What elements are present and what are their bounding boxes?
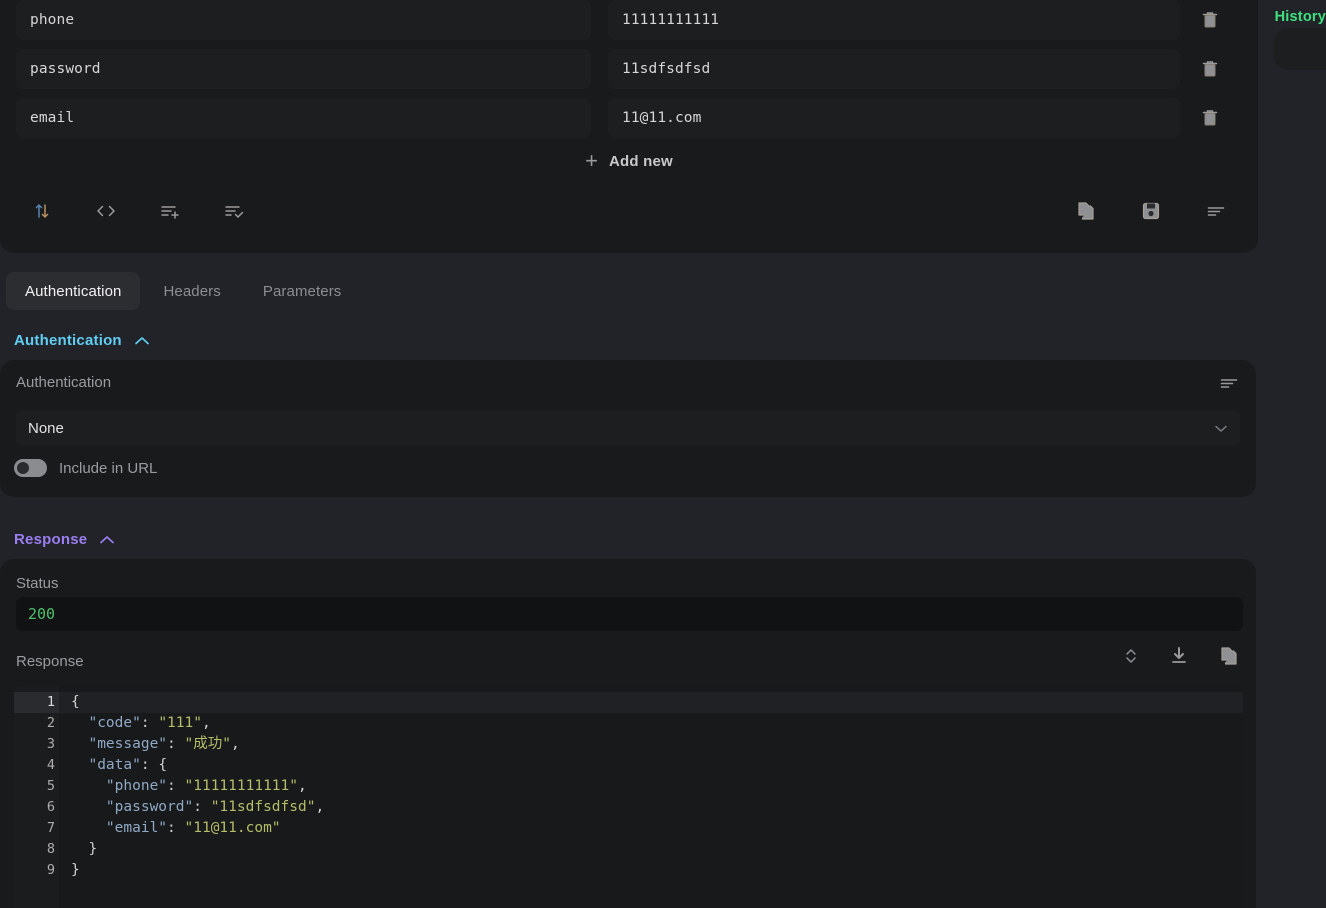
expand-collapse-icon[interactable] bbox=[1122, 645, 1140, 667]
key-input[interactable]: phone bbox=[16, 0, 591, 40]
code-line: "email": "11@11.com" bbox=[105, 820, 281, 836]
copy-icon[interactable] bbox=[1068, 193, 1104, 229]
align-icon[interactable] bbox=[1198, 193, 1234, 229]
line-number: 7 bbox=[46, 820, 55, 836]
toolbar-right-group bbox=[1068, 193, 1258, 229]
authentication-type-select[interactable]: None bbox=[16, 410, 1240, 446]
copy-icon[interactable] bbox=[1218, 645, 1240, 667]
include-in-url-toggle[interactable] bbox=[14, 459, 47, 477]
save-icon[interactable] bbox=[1133, 193, 1169, 229]
line-number: 3 bbox=[46, 736, 55, 752]
code-line: "data": { bbox=[88, 757, 168, 773]
tab-parameters[interactable]: Parameters bbox=[244, 272, 361, 310]
key-value-row: email 11@11.com bbox=[0, 98, 1258, 138]
key-value-editor-card: phone 11111111111 password 11sdfsdfsd email 1… bbox=[0, 0, 1258, 253]
value-input[interactable]: 11111111111 bbox=[608, 0, 1180, 40]
line-number: 6 bbox=[46, 799, 55, 815]
add-new-button[interactable]: + Add new bbox=[0, 147, 1258, 175]
authentication-panel: Authentication None Include in URL bbox=[0, 360, 1256, 497]
key-value-row: phone 11111111111 bbox=[0, 0, 1258, 40]
editor-code-area[interactable]: { "code": "111", "message": "成功", "data"… bbox=[59, 686, 1243, 908]
response-code-editor[interactable]: 1▼ 2 3 4▼ 5 6 7 8 9 { "code": "111", "message": … bbox=[14, 686, 1243, 908]
line-number: 1▼ bbox=[14, 692, 69, 713]
line-number: 9 bbox=[46, 862, 55, 878]
add-new-label: Add new bbox=[608, 152, 673, 170]
trash-icon[interactable] bbox=[1186, 58, 1234, 80]
value-input[interactable]: 11@11.com bbox=[608, 98, 1180, 138]
code-line: } bbox=[71, 862, 80, 878]
code-line: "password": "11sdfsdfsd", bbox=[105, 799, 325, 815]
list-plus-icon[interactable] bbox=[152, 193, 188, 229]
code-line: } bbox=[71, 841, 98, 857]
list-check-icon[interactable] bbox=[216, 193, 252, 229]
sort-icon[interactable] bbox=[24, 193, 60, 229]
authentication-field-label: Authentication bbox=[16, 374, 112, 391]
authentication-field-row: Authentication bbox=[16, 374, 1240, 391]
include-in-url-label: Include in URL bbox=[59, 459, 158, 477]
key-input[interactable]: email bbox=[16, 98, 591, 138]
response-section-header[interactable]: Response bbox=[14, 531, 115, 548]
key-value-row: password 11sdfsdfsd bbox=[0, 49, 1258, 89]
code-icon[interactable] bbox=[88, 193, 124, 229]
authentication-section-title: Authentication bbox=[14, 332, 122, 349]
response-tools bbox=[1122, 645, 1240, 667]
plus-icon: + bbox=[585, 148, 598, 173]
editor-gutter: 1▼ 2 3 4▼ 5 6 7 8 9 bbox=[14, 686, 69, 908]
code-line: "phone": "11111111111", bbox=[105, 778, 307, 794]
line-number: 5 bbox=[46, 778, 55, 794]
key-value-toolbar bbox=[0, 188, 1258, 234]
tab-bar: Authentication Headers Parameters bbox=[0, 272, 360, 310]
key-value-rows: phone 11111111111 password 11sdfsdfsd email 1… bbox=[0, 0, 1258, 175]
code-line: "code": "111", bbox=[88, 715, 211, 731]
tab-headers[interactable]: Headers bbox=[144, 272, 239, 310]
status-label: Status bbox=[16, 575, 59, 592]
key-input[interactable]: password bbox=[16, 49, 591, 89]
status-code-value: 200 bbox=[28, 605, 56, 623]
chevron-up-icon[interactable] bbox=[134, 336, 150, 346]
status-field: 200 bbox=[16, 597, 1243, 631]
toggle-knob bbox=[17, 462, 29, 474]
response-body-label: Response bbox=[16, 653, 84, 670]
align-icon[interactable] bbox=[1218, 375, 1240, 391]
response-panel: Status 200 Response 1▼ 2 3 4▼ 5 6 7 8 9 { "code"… bbox=[0, 559, 1256, 908]
code-line: { bbox=[59, 692, 1243, 713]
toolbar-left-group bbox=[0, 193, 252, 229]
history-label[interactable]: History bbox=[1275, 9, 1326, 25]
authentication-type-value: None bbox=[28, 419, 64, 437]
chevron-up-icon[interactable] bbox=[99, 535, 115, 545]
download-icon[interactable] bbox=[1168, 645, 1190, 667]
line-number: 4▼ bbox=[14, 755, 69, 776]
chevron-down-icon[interactable] bbox=[1214, 424, 1228, 433]
history-panel bbox=[1274, 28, 1326, 70]
line-number: 8 bbox=[46, 841, 55, 857]
value-input[interactable]: 11sdfsdfsd bbox=[608, 49, 1180, 89]
include-in-url-row: Include in URL bbox=[14, 459, 157, 477]
response-section-title: Response bbox=[14, 531, 88, 548]
trash-icon[interactable] bbox=[1186, 107, 1234, 129]
line-number: 2 bbox=[46, 715, 55, 731]
authentication-section-header[interactable]: Authentication bbox=[14, 332, 150, 349]
trash-icon[interactable] bbox=[1186, 9, 1234, 31]
tab-authentication[interactable]: Authentication bbox=[6, 272, 141, 310]
code-line: "message": "成功", bbox=[88, 736, 240, 752]
